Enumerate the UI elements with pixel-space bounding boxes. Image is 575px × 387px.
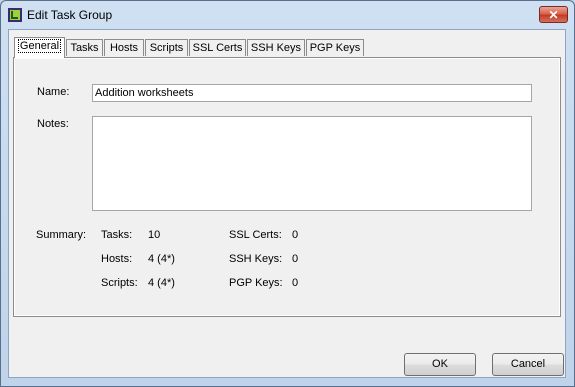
notes-label: Notes: <box>37 118 69 130</box>
tab-ssh-keys[interactable]: SSH Keys <box>247 39 305 56</box>
edit-task-group-window: Edit Task Group ✕ General Tasks Hosts Sc… <box>0 0 575 387</box>
name-label: Name: <box>37 86 70 98</box>
summary-label: Summary: <box>36 229 87 241</box>
pgp-keys-count-value: 0 <box>292 277 299 289</box>
tab-hosts[interactable]: Hosts <box>104 39 144 56</box>
hosts-count-value: 4 (4*) <box>148 253 175 265</box>
tab-ssl-certs[interactable]: SSL Certs <box>189 39 246 56</box>
title-bar[interactable]: Edit Task Group ✕ <box>1 1 574 29</box>
cancel-button[interactable]: Cancel <box>492 353 564 376</box>
scripts-count-label: Scripts: <box>101 277 138 289</box>
close-icon: ✕ <box>548 8 559 22</box>
general-tab-panel: Name: Notes: Summary: Tasks: 10 Hosts: 4… <box>13 57 561 317</box>
window-title: Edit Task Group <box>27 8 113 22</box>
dialog-client-area: General Tasks Hosts Scripts SSL Certs SS… <box>8 29 566 378</box>
close-button[interactable]: ✕ <box>539 6 568 23</box>
button-bar: OK Cancel <box>9 344 565 379</box>
notes-field[interactable] <box>92 116 532 211</box>
ok-button[interactable]: OK <box>404 353 476 376</box>
tab-tasks[interactable]: Tasks <box>66 39 103 56</box>
ssl-certs-count-label: SSL Certs: <box>229 229 282 241</box>
ssh-keys-count-label: SSH Keys: <box>229 253 283 265</box>
tab-pgp-keys[interactable]: PGP Keys <box>306 39 364 56</box>
tasks-count-value: 10 <box>148 229 161 241</box>
tab-general[interactable]: General <box>14 37 65 58</box>
tasks-count-label: Tasks: <box>101 229 133 241</box>
ssl-certs-count-value: 0 <box>292 229 299 241</box>
scripts-count-value: 4 (4*) <box>148 277 175 289</box>
tab-scripts[interactable]: Scripts <box>145 39 188 56</box>
hosts-count-label: Hosts: <box>101 253 133 265</box>
app-icon <box>8 8 22 22</box>
pgp-keys-count-label: PGP Keys: <box>229 277 283 289</box>
name-field[interactable] <box>92 84 532 102</box>
ssh-keys-count-value: 0 <box>292 253 299 265</box>
